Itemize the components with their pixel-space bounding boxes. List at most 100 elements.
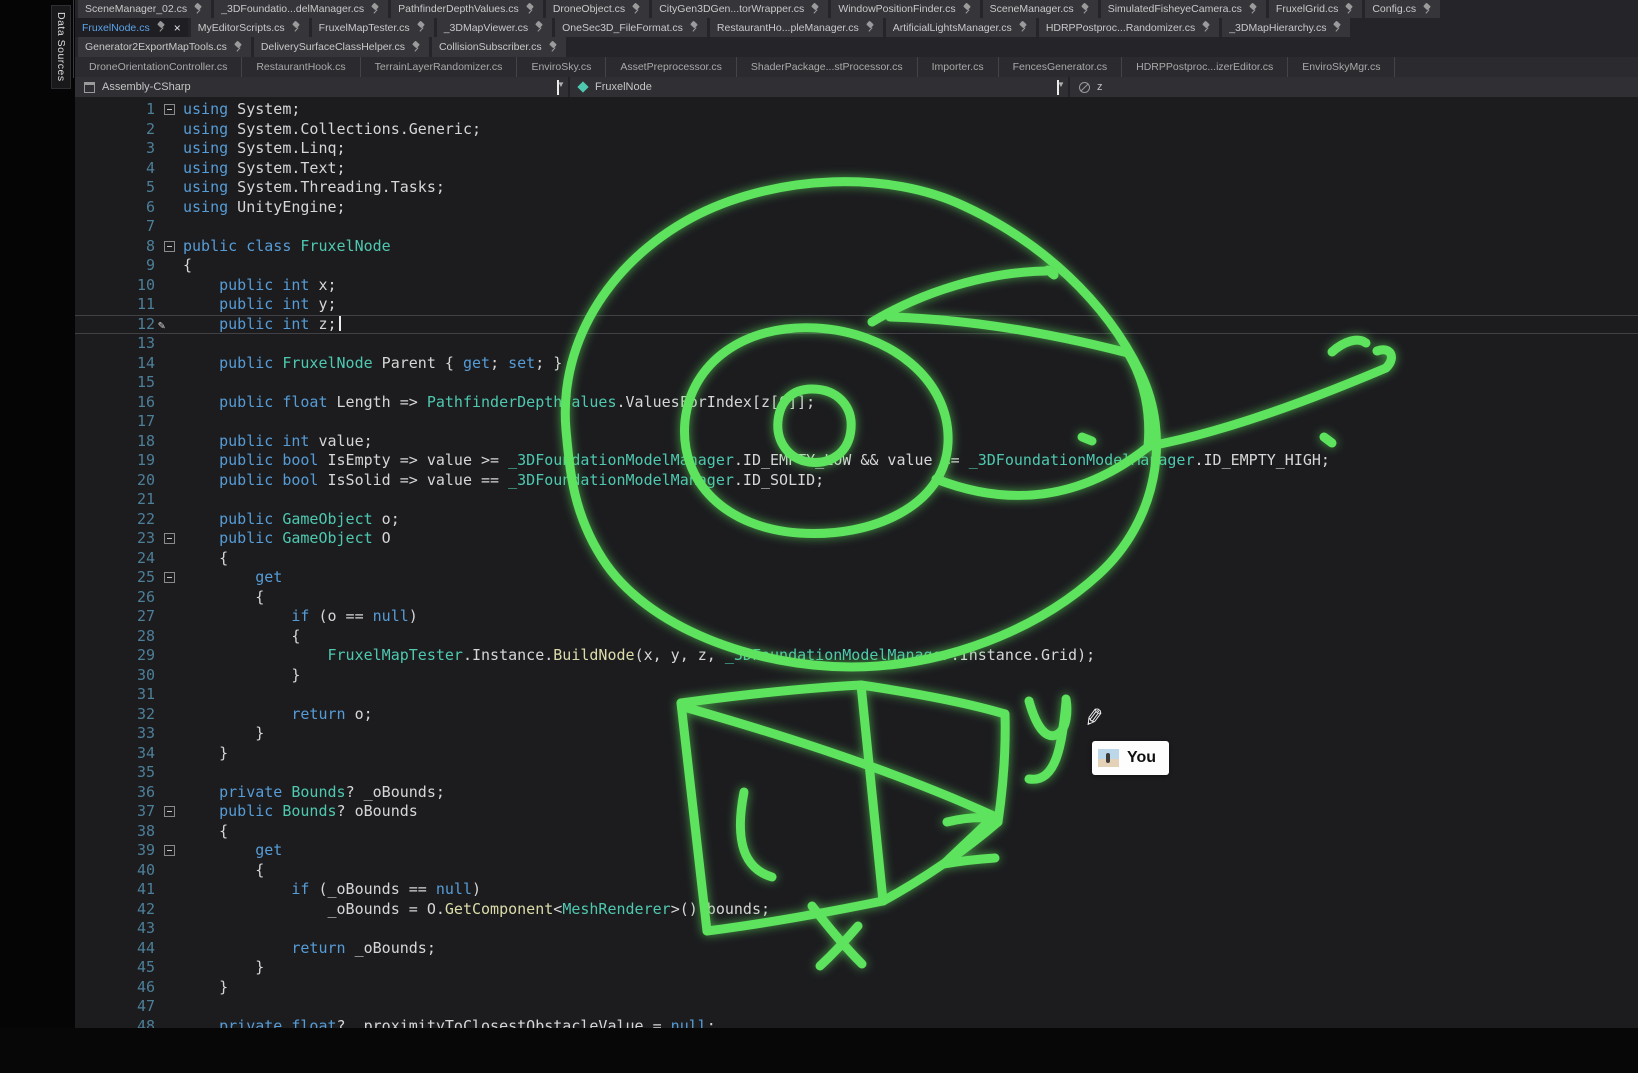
code-line-41[interactable]: 41 if (_oBounds == null)	[75, 880, 1638, 900]
pin-icon[interactable]	[1423, 4, 1433, 15]
code-line-36[interactable]: 36 private Bounds? _oBounds;	[75, 783, 1638, 803]
code-line-10[interactable]: 10 public int x;	[75, 276, 1638, 296]
code-line-30[interactable]: 30 }	[75, 666, 1638, 686]
code-line-2[interactable]: 2using System.Collections.Generic;	[75, 120, 1638, 140]
member-dropdown[interactable]: z	[1070, 77, 1638, 97]
code-line-14[interactable]: 14 public FruxelNode Parent { get; set; …	[75, 354, 1638, 374]
tab-DroneObject.cs[interactable]: DroneObject.cs	[546, 0, 649, 18]
pin-icon[interactable]	[535, 22, 545, 33]
pin-icon[interactable]	[371, 4, 381, 15]
tab-RestaurantHook.cs[interactable]: RestaurantHook.cs	[242, 57, 360, 77]
close-icon[interactable]: ×	[174, 23, 181, 33]
fold-collapse-icon[interactable]	[155, 802, 183, 822]
code-line-13[interactable]: 13	[75, 334, 1638, 354]
tab-HDRPPostproc...Randomizer.cs[interactable]: HDRPPostproc...Randomizer.cs	[1039, 18, 1219, 37]
tab-TerrainLayerRandomizer.cs[interactable]: TerrainLayerRandomizer.cs	[361, 57, 518, 77]
code-line-15[interactable]: 15	[75, 373, 1638, 393]
fold-collapse-icon[interactable]	[155, 237, 183, 257]
tab-WindowPositionFinder.cs[interactable]: WindowPositionFinder.cs	[831, 0, 979, 18]
chevron-down-icon[interactable]: ▼	[1057, 80, 1059, 95]
pin-icon[interactable]	[234, 42, 244, 53]
code-line-11[interactable]: 11 public int y;	[75, 295, 1638, 315]
code-line-22[interactable]: 22 public GameObject o;	[75, 510, 1638, 530]
code-line-9[interactable]: 9{	[75, 256, 1638, 276]
pin-icon[interactable]	[1019, 22, 1029, 33]
code-line-31[interactable]: 31	[75, 685, 1638, 705]
pin-icon[interactable]	[549, 42, 559, 53]
project-dropdown[interactable]: Assembly-CSharp ▼	[75, 77, 568, 97]
tab-Importer.cs[interactable]: Importer.cs	[918, 57, 999, 77]
pin-icon[interactable]	[1081, 4, 1091, 15]
tab-_3DMapHierarchy.cs[interactable]: _3DMapHierarchy.cs	[1222, 18, 1350, 37]
code-line-1[interactable]: 1using System;	[75, 100, 1638, 120]
tab-FruxelMapTester.cs[interactable]: FruxelMapTester.cs	[312, 18, 434, 37]
code-line-24[interactable]: 24 {	[75, 549, 1638, 569]
code-editor[interactable]: 1using System;2using System.Collections.…	[75, 97, 1638, 1073]
code-line-37[interactable]: 37 public Bounds? oBounds	[75, 802, 1638, 822]
pin-icon[interactable]	[963, 4, 973, 15]
code-line-5[interactable]: 5using System.Threading.Tasks;	[75, 178, 1638, 198]
code-line-17[interactable]: 17	[75, 412, 1638, 432]
tab-ShaderPackage...stProcessor.cs[interactable]: ShaderPackage...stProcessor.cs	[737, 57, 918, 77]
code-line-43[interactable]: 43	[75, 919, 1638, 939]
code-line-33[interactable]: 33 }	[75, 724, 1638, 744]
code-line-42[interactable]: 42 _oBounds = O.GetComponent<MeshRendere…	[75, 900, 1638, 920]
code-line-46[interactable]: 46 }	[75, 978, 1638, 998]
fold-collapse-icon[interactable]	[155, 568, 183, 588]
tab-DroneOrientationController.cs[interactable]: DroneOrientationController.cs	[75, 57, 242, 77]
tab-PathfinderDepthValues.cs[interactable]: PathfinderDepthValues.cs	[391, 0, 543, 18]
pin-icon[interactable]	[1345, 4, 1355, 15]
pin-icon[interactable]	[417, 22, 427, 33]
pin-icon[interactable]	[194, 4, 204, 15]
pin-icon[interactable]	[1333, 22, 1343, 33]
tab-AssetPreprocessor.cs[interactable]: AssetPreprocessor.cs	[606, 57, 737, 77]
tab-CollisionSubscriber.cs[interactable]: CollisionSubscriber.cs	[432, 37, 566, 57]
tab-_3DFoundatio...delManager.cs[interactable]: _3DFoundatio...delManager.cs	[214, 0, 388, 18]
tab-FruxelNode.cs[interactable]: FruxelNode.cs×	[75, 18, 188, 37]
tab-RestaurantHo...pleManager.cs[interactable]: RestaurantHo...pleManager.cs	[710, 18, 883, 37]
fold-collapse-icon[interactable]	[155, 529, 183, 549]
tab-EnviroSky.cs[interactable]: EnviroSky.cs	[517, 57, 606, 77]
pin-icon[interactable]	[1249, 4, 1259, 15]
fold-collapse-icon[interactable]	[155, 100, 183, 120]
tab-ArtificialLightsManager.cs[interactable]: ArtificialLightsManager.cs	[886, 18, 1036, 37]
code-line-35[interactable]: 35	[75, 763, 1638, 783]
tab-DeliverySurfaceClassHelper.cs[interactable]: DeliverySurfaceClassHelper.cs	[254, 37, 429, 57]
code-line-7[interactable]: 7	[75, 217, 1638, 237]
code-line-12[interactable]: 12✎ public int z;	[75, 315, 1638, 335]
tab-_3DMapViewer.cs[interactable]: _3DMapViewer.cs	[437, 18, 552, 37]
pin-icon[interactable]	[157, 22, 167, 33]
pin-icon[interactable]	[690, 22, 700, 33]
tab-SceneManager.cs[interactable]: SceneManager.cs	[983, 0, 1098, 18]
code-line-47[interactable]: 47	[75, 997, 1638, 1017]
code-line-34[interactable]: 34 }	[75, 744, 1638, 764]
code-line-8[interactable]: 8public class FruxelNode	[75, 237, 1638, 257]
code-line-23[interactable]: 23 public GameObject O	[75, 529, 1638, 549]
code-line-21[interactable]: 21	[75, 490, 1638, 510]
code-line-26[interactable]: 26 {	[75, 588, 1638, 608]
pin-icon[interactable]	[811, 4, 821, 15]
pin-icon[interactable]	[412, 42, 422, 53]
code-line-6[interactable]: 6using UnityEngine;	[75, 198, 1638, 218]
pin-icon[interactable]	[292, 22, 302, 33]
tab-HDRPPostproc...izerEditor.cs[interactable]: HDRPPostproc...izerEditor.cs	[1122, 57, 1288, 77]
code-line-16[interactable]: 16 public float Length => PathfinderDept…	[75, 393, 1638, 413]
fold-collapse-icon[interactable]	[155, 841, 183, 861]
code-line-3[interactable]: 3using System.Linq;	[75, 139, 1638, 159]
tab-FruxelGrid.cs[interactable]: FruxelGrid.cs	[1269, 0, 1362, 18]
code-line-45[interactable]: 45 }	[75, 958, 1638, 978]
pin-icon[interactable]	[526, 4, 536, 15]
code-line-39[interactable]: 39 get	[75, 841, 1638, 861]
tab-MyEditorScripts.cs[interactable]: MyEditorScripts.cs	[191, 18, 309, 37]
code-line-27[interactable]: 27 if (o == null)	[75, 607, 1638, 627]
code-line-4[interactable]: 4using System.Text;	[75, 159, 1638, 179]
pin-icon[interactable]	[1202, 22, 1212, 33]
code-line-19[interactable]: 19 public bool IsEmpty => value >= _3DFo…	[75, 451, 1638, 471]
code-line-25[interactable]: 25 get	[75, 568, 1638, 588]
tab-CityGen3DGen...torWrapper.cs[interactable]: CityGen3DGen...torWrapper.cs	[652, 0, 828, 18]
tab-SimulatedFisheyeCamera.cs[interactable]: SimulatedFisheyeCamera.cs	[1101, 0, 1266, 18]
code-line-29[interactable]: 29 FruxelMapTester.Instance.BuildNode(x,…	[75, 646, 1638, 666]
tab-OneSec3D_FileFormat.cs[interactable]: OneSec3D_FileFormat.cs	[555, 18, 707, 37]
tab-SceneManager_02.cs[interactable]: SceneManager_02.cs	[78, 0, 211, 18]
tab-Config.cs[interactable]: Config.cs	[1365, 0, 1440, 18]
